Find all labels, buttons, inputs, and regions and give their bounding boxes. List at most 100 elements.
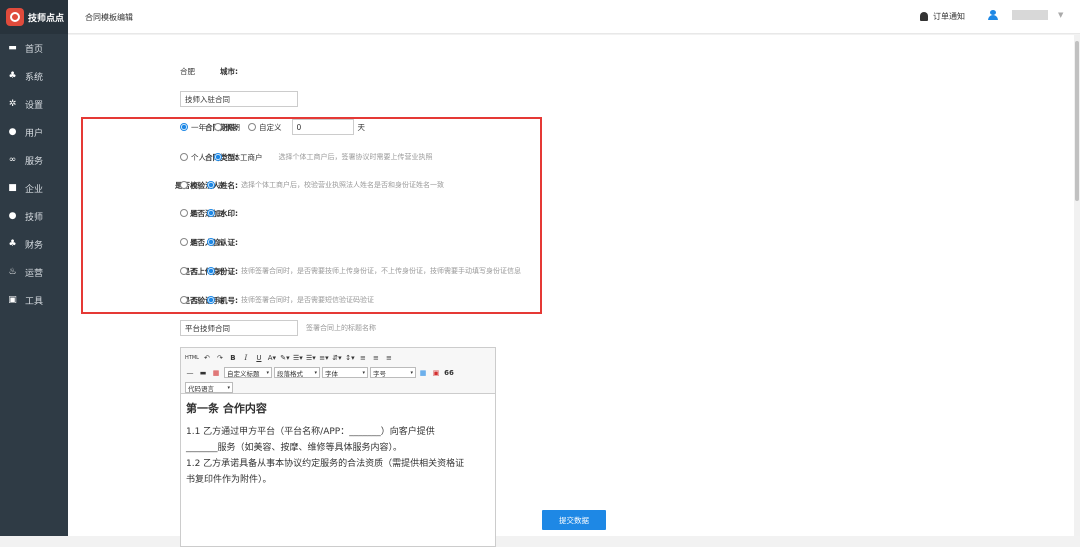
watermark-radio-no[interactable]: 否 xyxy=(180,208,199,219)
logo-icon xyxy=(6,8,24,26)
table-icon[interactable]: ▦ xyxy=(418,367,428,378)
verify-legal-radio-yes[interactable]: 是 xyxy=(206,180,225,191)
align-center-icon[interactable]: ≡ xyxy=(371,352,381,363)
radio-label: 是 xyxy=(217,266,226,276)
clear-format-icon[interactable]: ▬ xyxy=(198,367,208,378)
radio-label: 个人 xyxy=(191,152,206,162)
sidebar-item-system[interactable]: ♣ 系统 xyxy=(0,62,68,90)
radio-label: 一年 xyxy=(191,122,206,132)
form-row-watermark: 是否添加水印: 否 是 xyxy=(68,205,668,221)
code-language-select[interactable]: 代码语言 ▾ xyxy=(185,382,233,393)
radio-unchecked-icon xyxy=(214,123,222,131)
submit-button[interactable]: 提交数据 xyxy=(542,510,606,530)
font-family-select[interactable]: 字体 ▾ xyxy=(322,367,368,378)
scrollbar-thumb[interactable] xyxy=(1075,41,1079,201)
sidebar-item-label: 设置 xyxy=(25,100,44,111)
undo-icon[interactable]: ↶ xyxy=(202,352,212,363)
unordered-list-icon[interactable]: ☰▾ xyxy=(306,352,316,363)
underline-button[interactable]: U xyxy=(254,352,264,363)
verify-phone-radio-yes[interactable]: 是 xyxy=(206,295,225,306)
user-menu[interactable]: ▼ xyxy=(988,10,1063,20)
radio-unchecked-icon xyxy=(180,153,188,161)
sidebar-item-services[interactable]: ∞ 服务 xyxy=(0,146,68,174)
redo-icon[interactable]: ↷ xyxy=(215,352,225,363)
sidebar-item-finance[interactable]: ♣ 财务 xyxy=(0,230,68,258)
radio-unchecked-icon xyxy=(180,296,188,304)
face-radio-yes[interactable]: 是 xyxy=(206,237,225,248)
paragraph-spacing-icon[interactable]: ⇵▾ xyxy=(332,352,342,363)
sidebar: 技师点点 ▬ 首页 ♣ 系统 ✲ 设置 ● 用户 ∞ 服务 ■ 企业 ● 技师 ♣ 财务 ♨ 运营… xyxy=(0,0,68,536)
sidebar-item-label: 技师 xyxy=(25,212,44,223)
order-notify-button[interactable]: 订单通知 xyxy=(920,11,965,22)
contract-name-input[interactable]: 平台技师合同 xyxy=(180,320,298,336)
contract-name-hint: 签署合同上的标题名称 xyxy=(306,324,376,332)
align-right-icon[interactable]: ≡ xyxy=(384,352,394,363)
custom-heading-select[interactable]: 自定义标题 ▾ xyxy=(224,367,272,378)
duration-radio-long-term[interactable]: 长期 xyxy=(214,122,240,133)
radio-checked-icon xyxy=(206,181,215,189)
app-logo[interactable]: 技师点点 xyxy=(0,0,68,34)
editor-toolbar: HTML ↶ ↷ B I U A▾ ✎▾ ☰▾ ☰▾ ≡▾ ⇵▾ ↕▾ ≡ ≡ … xyxy=(181,348,495,394)
font-color-icon[interactable]: A▾ xyxy=(267,352,277,363)
font-size-select[interactable]: 字号 ▾ xyxy=(370,367,416,378)
briefcase-icon: ▣ xyxy=(8,294,17,305)
select-value: 字号 xyxy=(373,369,386,378)
type-radio-business[interactable]: 个体工商户 xyxy=(214,152,263,163)
chevron-down-icon: ▼ xyxy=(1058,11,1064,19)
radio-label: 长期 xyxy=(225,122,240,132)
radio-unchecked-icon xyxy=(248,123,256,131)
select-value: 段落格式 xyxy=(277,369,303,378)
ordered-list-icon[interactable]: ☰▾ xyxy=(293,352,303,363)
paragraph-format-select[interactable]: 段落格式 ▾ xyxy=(274,367,320,378)
image-icon[interactable]: ▣ xyxy=(431,367,441,378)
duration-radio-one-year[interactable]: 一年 xyxy=(180,122,206,133)
sidebar-item-home[interactable]: ▬ 首页 xyxy=(0,34,68,62)
date-icon[interactable]: ▦ xyxy=(211,367,221,378)
duration-radio-custom[interactable]: 自定义 xyxy=(248,122,282,133)
verify-phone-radio-no[interactable]: 否 xyxy=(180,295,199,306)
align-left-icon[interactable]: ≡ xyxy=(358,352,368,363)
radio-checked-icon xyxy=(206,209,215,217)
fire-icon: ♨ xyxy=(8,266,17,277)
sidebar-item-technicians[interactable]: ● 技师 xyxy=(0,202,68,230)
sidebar-item-enterprise[interactable]: ■ 企业 xyxy=(0,174,68,202)
username-blurred xyxy=(1012,10,1048,20)
select-value: 字体 xyxy=(325,369,338,378)
sidebar-item-users[interactable]: ● 用户 xyxy=(0,118,68,146)
sidebar-item-operations[interactable]: ♨ 运营 xyxy=(0,258,68,286)
duration-days-input[interactable]: 0 xyxy=(291,119,354,135)
type-radio-individual[interactable]: 个人 xyxy=(180,152,206,163)
editor-paragraph: 1.1 乙方通过甲方平台（平台名称/APP：_______）向客户提供 xyxy=(186,427,435,437)
upload-id-radio-yes[interactable]: 是 xyxy=(206,266,226,277)
sidebar-item-settings[interactable]: ✲ 设置 xyxy=(0,90,68,118)
watermark-radio-yes[interactable]: 是 xyxy=(206,208,225,219)
user-icon xyxy=(988,10,998,20)
page-title: 合同模板编辑 xyxy=(85,13,133,22)
radio-checked-icon xyxy=(214,153,222,161)
upload-id-radio-no[interactable]: 否 xyxy=(180,266,199,277)
app-name: 技师点点 xyxy=(28,13,65,24)
italic-button[interactable]: I xyxy=(241,352,251,363)
horizontal-rule-icon[interactable]: — xyxy=(185,367,195,378)
form-row-duration: 合同期限: 一年 长期 自定义 0 天 xyxy=(68,119,668,135)
sidebar-item-label: 工具 xyxy=(25,296,44,307)
editor-paragraph: 1.2 乙方承诺具备从事本协议约定服务的合法资质（需提供相关资格证 xyxy=(186,459,465,469)
bold-button[interactable]: B xyxy=(228,352,238,363)
face-radio-no[interactable]: 否 xyxy=(180,237,199,248)
line-height-icon[interactable]: ↕▾ xyxy=(345,352,355,363)
sidebar-item-label: 运营 xyxy=(25,268,44,279)
html-source-button[interactable]: HTML xyxy=(185,352,199,363)
editor-content[interactable]: 第一条 合作内容 1.1 乙方通过甲方平台（平台名称/APP：_______）向… xyxy=(181,394,495,494)
editor-paragraph: 书复印件作为附件）。 xyxy=(186,475,272,485)
order-notify-label: 订单通知 xyxy=(933,12,965,21)
verify-legal-radio-no[interactable]: 否 xyxy=(180,180,199,191)
quote-icon[interactable]: 66 xyxy=(444,367,454,378)
rich-text-editor[interactable]: HTML ↶ ↷ B I U A▾ ✎▾ ☰▾ ☰▾ ≡▾ ⇵▾ ↕▾ ≡ ≡ … xyxy=(180,347,496,547)
highlight-color-icon[interactable]: ✎▾ xyxy=(280,352,290,363)
radio-label: 否 xyxy=(191,237,199,247)
contract-title-input[interactable]: 技师入驻合同 xyxy=(180,91,298,107)
sidebar-item-tools[interactable]: ▣ 工具 xyxy=(0,286,68,314)
indent-icon[interactable]: ≡▾ xyxy=(319,352,329,363)
page-scrollbar[interactable] xyxy=(1074,35,1080,536)
radio-label: 个体工商户 xyxy=(225,152,263,162)
